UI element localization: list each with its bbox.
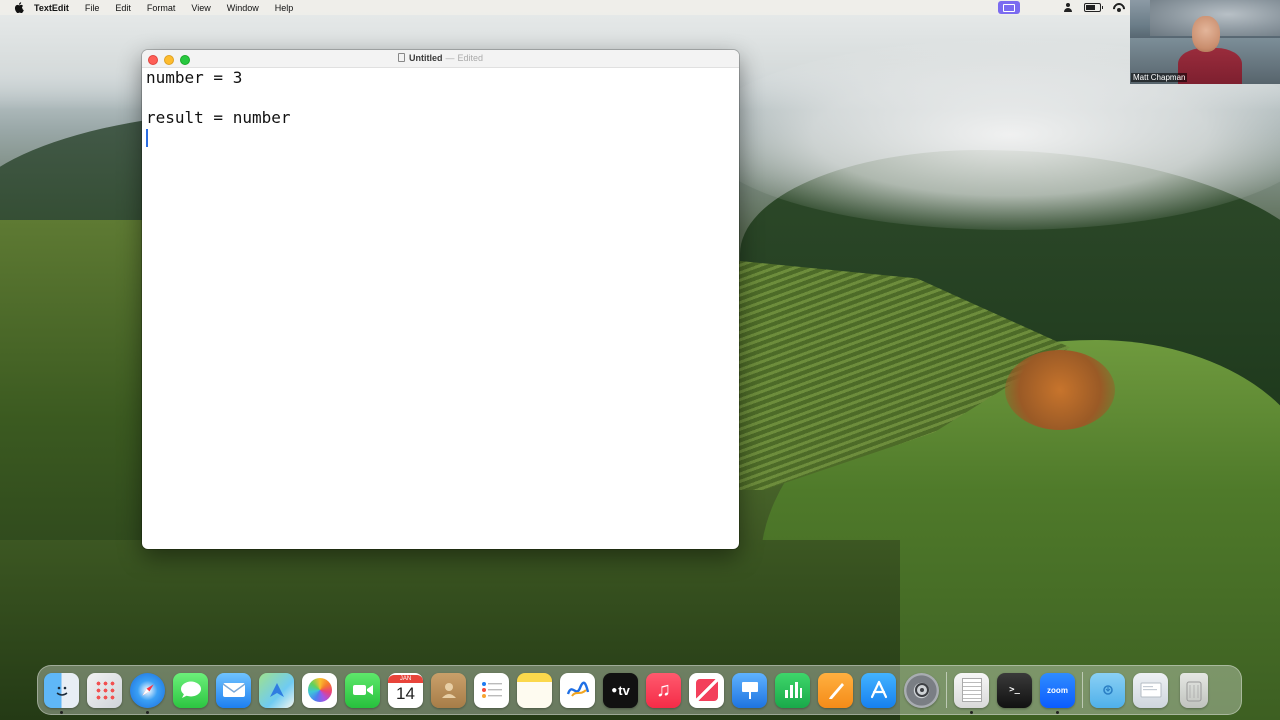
menu-extras [998, 0, 1125, 15]
dock-zoom-icon[interactable]: zoom [1040, 672, 1075, 714]
window-title: Untitled — Edited [142, 53, 739, 63]
menu-format[interactable]: Format [147, 3, 176, 13]
participant-name: Matt Chapman [1131, 73, 1188, 82]
dock-pages-icon[interactable] [818, 672, 853, 708]
participant-head [1192, 16, 1220, 52]
dock-separator [1082, 672, 1083, 708]
apple-menu-icon[interactable] [13, 2, 24, 13]
dock-contacts-icon[interactable] [431, 672, 466, 708]
dock-textedit-icon[interactable] [954, 672, 989, 714]
text-editor[interactable]: number = 3 result = number [142, 68, 739, 549]
dock-photos-icon[interactable] [302, 672, 337, 708]
dock-trash-icon[interactable] [1180, 672, 1208, 708]
user-icon[interactable] [1064, 3, 1072, 12]
dock-maps-icon[interactable] [259, 672, 294, 708]
textedit-window[interactable]: Untitled — Edited number = 3 result = numb… [142, 50, 739, 549]
dock-safari-icon[interactable] [130, 672, 165, 714]
app-menu-textedit[interactable]: TextEdit [34, 3, 69, 13]
dock-terminal-icon[interactable]: >_ [997, 672, 1032, 708]
dock-music-icon[interactable]: ♫ [646, 672, 681, 708]
dock-separator [946, 672, 947, 708]
screen-share-icon[interactable] [998, 1, 1020, 14]
tv-apple-icon: ● [611, 684, 618, 696]
menu-window[interactable]: Window [227, 3, 259, 13]
dock: JAN 14 ● tv ♫ >_ zoom [37, 665, 1242, 715]
dock-numbers-icon[interactable] [775, 672, 810, 708]
dock-calendar-icon[interactable]: JAN 14 [388, 672, 423, 708]
dock-launchpad-icon[interactable] [87, 672, 122, 708]
dock-folder-icon[interactable] [1090, 672, 1125, 708]
wifi-icon[interactable] [1113, 3, 1125, 12]
menu-view[interactable]: View [191, 3, 210, 13]
text-line[interactable]: number = 3 [146, 68, 735, 88]
terminal-prompt: >_ [1009, 685, 1020, 695]
zoom-label: zoom [1047, 685, 1068, 695]
text-line[interactable] [146, 88, 735, 108]
dock-tv-icon[interactable]: ● tv [603, 672, 638, 708]
text-cursor [146, 129, 148, 147]
menu-file[interactable]: File [85, 3, 100, 13]
menu-help[interactable]: Help [275, 3, 294, 13]
dock-finder-icon[interactable] [44, 672, 79, 714]
document-name[interactable]: Untitled [409, 53, 443, 63]
window-titlebar[interactable]: Untitled — Edited [142, 50, 739, 68]
menu-bar: TextEdit File Edit Format View Window He… [0, 0, 1280, 15]
menu-edit[interactable]: Edit [115, 3, 131, 13]
dock-notes-icon[interactable] [517, 672, 552, 708]
dock-reminders-icon[interactable] [474, 672, 509, 708]
document-icon[interactable] [397, 53, 405, 62]
wallpaper-autumn-tree [1005, 350, 1115, 430]
document-status: Edited [457, 53, 484, 63]
title-separator: — [445, 53, 455, 63]
dock-freeform-icon[interactable] [560, 672, 595, 708]
dock-downloads-icon[interactable] [1133, 672, 1168, 708]
dock-keynote-icon[interactable] [732, 672, 767, 708]
text-line[interactable]: result = number [146, 108, 735, 128]
dock-mail-icon[interactable] [216, 672, 251, 708]
dock-facetime-icon[interactable] [345, 672, 380, 708]
calendar-day: 14 [396, 684, 415, 703]
dock-messages-icon[interactable] [173, 672, 208, 708]
calendar-month: JAN [388, 675, 423, 683]
tv-label: tv [618, 682, 630, 698]
dock-system-settings-icon[interactable] [904, 672, 939, 708]
video-thumbnail[interactable]: Matt Chapman [1130, 0, 1280, 84]
participant-body [1178, 48, 1242, 84]
dock-news-icon[interactable] [689, 672, 724, 708]
dock-appstore-icon[interactable] [861, 672, 896, 708]
battery-icon[interactable] [1084, 3, 1103, 12]
